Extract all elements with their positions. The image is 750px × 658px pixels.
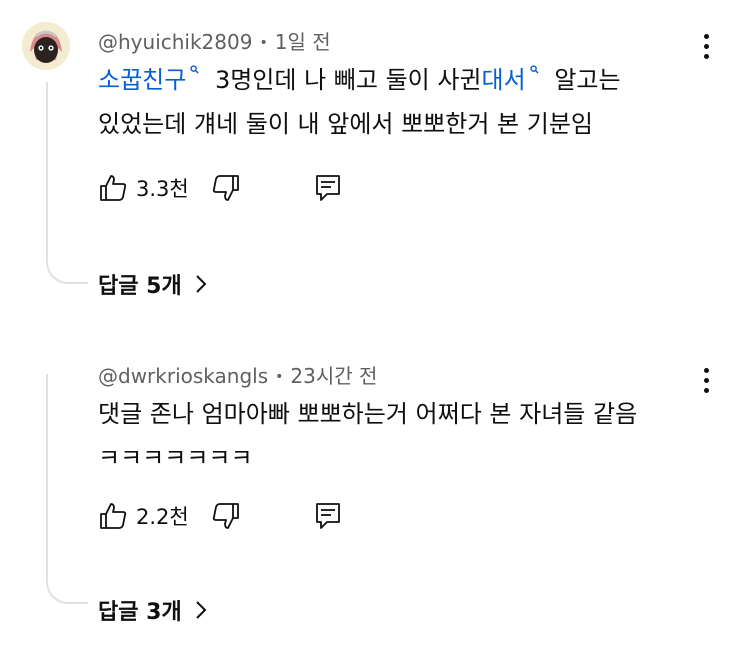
comment-2: @dwrkrioskangls • 23시간 전 댓글 존나 엄마아빠 뽀뽀하는거 …: [0, 330, 750, 658]
thumb-up-icon[interactable]: [98, 501, 128, 531]
avatar[interactable]: [22, 22, 70, 70]
comment-line: 있었는데 걔네 둘이 내 앞에서 뽀뽀한거 본 기분임: [98, 102, 621, 146]
timestamp[interactable]: 1일 전: [275, 30, 331, 54]
comment-line: 댓글 존나 엄마아빠 뽀뽀하는거 어쩌다 본 자녀들 같음: [98, 392, 637, 436]
comment-line: 소꿉친구 3명인데 나 빼고 둘이 사귄대서 알고는: [98, 58, 621, 102]
text-segment: 댓글 존나 엄마아빠 뽀뽀하는거 어쩌다 본 자녀들 같음: [98, 400, 638, 428]
separator-dot: •: [275, 369, 284, 385]
text-segment: 알고는: [546, 66, 621, 94]
like-count: 3.3천: [136, 177, 189, 201]
username[interactable]: @hyuichik2809: [98, 30, 252, 54]
chevron-right-icon: [195, 601, 207, 619]
view-replies-button[interactable]: 답글 3개: [98, 594, 208, 626]
thread-line: [46, 82, 88, 284]
thumb-down-icon[interactable]: [211, 173, 241, 203]
text-segment: 3명인데 나 빼고 둘이 사귄: [207, 66, 482, 94]
comment-header: @dwrkrioskangls • 23시간 전: [98, 360, 377, 389]
search-link[interactable]: 소꿉친구: [98, 66, 186, 94]
search-link[interactable]: 대서: [482, 66, 526, 94]
reply-comment-icon[interactable]: [315, 502, 341, 530]
reply-comment-icon[interactable]: [315, 174, 341, 202]
thumb-up-icon[interactable]: [98, 173, 128, 203]
comment-line: ㅋㅋㅋㅋㅋㅋㅋ: [98, 436, 637, 480]
comment-text: 소꿉친구 3명인데 나 빼고 둘이 사귄대서 알고는 있었는데 걔네 둘이 내 …: [98, 58, 621, 146]
more-vertical-icon[interactable]: [702, 368, 710, 394]
thumb-down-icon[interactable]: [211, 501, 241, 531]
thread-line: [46, 374, 88, 604]
search-link-icon: [190, 65, 199, 74]
comment-text: 댓글 존나 엄마아빠 뽀뽀하는거 어쩌다 본 자녀들 같음 ㅋㅋㅋㅋㅋㅋㅋ: [98, 392, 637, 480]
timestamp[interactable]: 23시간 전: [290, 364, 377, 388]
comment-1: @hyuichik2809 • 1일 전 소꿉친구 3명인데 나 빼고 둘이 사귄대…: [0, 0, 750, 330]
chevron-right-icon: [195, 275, 207, 293]
more-vertical-icon[interactable]: [702, 34, 710, 60]
comment-actions: 2.2천: [98, 498, 341, 534]
replies-label: 답글 5개: [98, 274, 182, 299]
username[interactable]: @dwrkrioskangls: [98, 364, 268, 388]
text-segment: 있었는데 걔네 둘이 내 앞에서 뽀뽀한거 본 기분임: [98, 110, 594, 138]
view-replies-button[interactable]: 답글 5개: [98, 268, 208, 300]
search-link-icon: [530, 65, 539, 74]
text-segment: ㅋㅋㅋㅋㅋㅋㅋ: [98, 444, 253, 472]
like-count: 2.2천: [136, 505, 189, 529]
separator-dot: •: [259, 35, 268, 51]
replies-label: 답글 3개: [98, 600, 182, 625]
comment-header: @hyuichik2809 • 1일 전: [98, 26, 331, 55]
comment-actions: 3.3천: [98, 170, 341, 206]
